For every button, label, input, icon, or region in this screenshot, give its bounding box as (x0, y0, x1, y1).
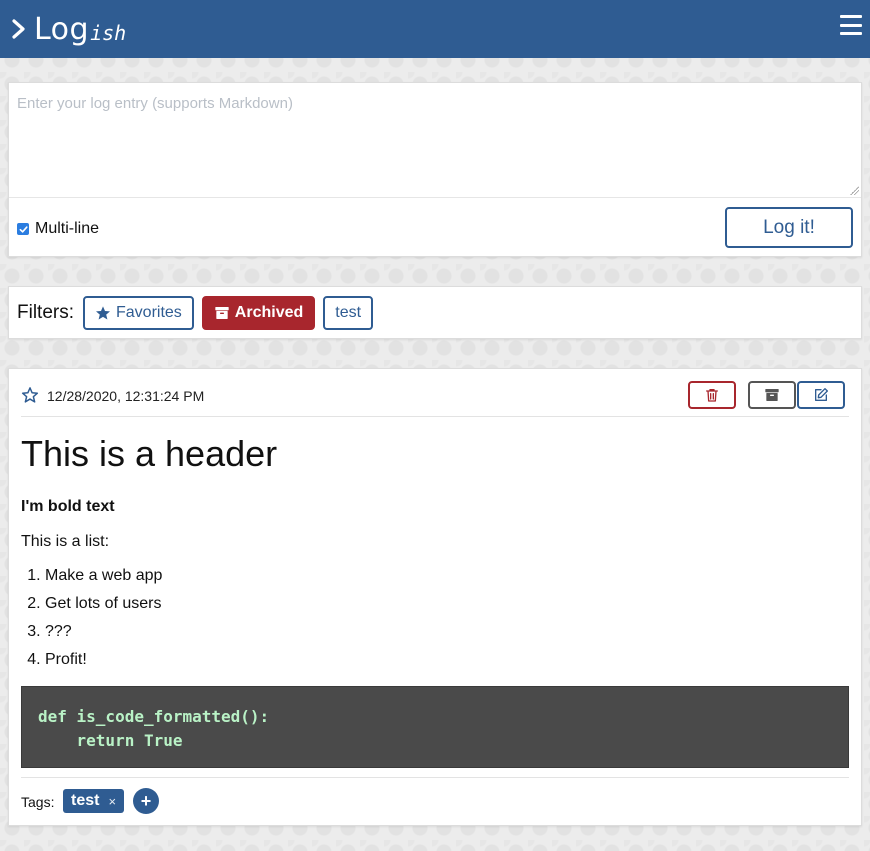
log-entry-form: Multi-line Log it! (8, 82, 862, 257)
logo-text-main: Log (34, 11, 90, 47)
filter-archived[interactable]: Archived (201, 295, 316, 330)
trash-icon (706, 389, 718, 402)
content-header: This is a header (21, 433, 278, 474)
log-entry-tags: Tags: test × + (21, 777, 849, 825)
add-tag-button[interactable]: + (133, 788, 159, 814)
list-item: ??? (45, 623, 849, 651)
multiline-checkbox[interactable] (17, 223, 29, 235)
delete-entry-button[interactable] (688, 381, 736, 409)
tags-label: Tags: (21, 794, 55, 810)
log-entry-card: 12/28/2020, 12:31:24 PM This is a header… (8, 368, 862, 826)
content-code-block: def is_code_formatted(): return True (21, 686, 849, 768)
log-entry-header: 12/28/2020, 12:31:24 PM (21, 369, 849, 417)
archive-icon (765, 389, 779, 401)
multiline-toggle[interactable]: Multi-line (17, 220, 99, 238)
edit-icon (815, 388, 828, 401)
log-entry-content: This is a header I'm bold text This is a… (21, 417, 849, 768)
top-navbar: Log ish (0, 0, 870, 58)
log-entry-textarea[interactable] (9, 83, 861, 198)
filters-label: Filters: (17, 301, 74, 323)
filter-tag-test-label: test (335, 303, 362, 321)
tag-label: test (71, 792, 100, 809)
hamburger-menu-icon[interactable] (840, 15, 862, 35)
check-icon (19, 225, 28, 233)
remove-tag-icon[interactable]: × (108, 794, 116, 809)
app-logo[interactable]: Log ish (10, 12, 126, 47)
entry-form-footer: Multi-line Log it! (9, 198, 861, 256)
list-item: Make a web app (45, 567, 849, 595)
log-entry-timestamp: 12/28/2020, 12:31:24 PM (47, 388, 205, 404)
list-item: Profit! (45, 651, 849, 679)
favorite-star-icon[interactable] (21, 386, 39, 404)
content-list: Make a web app Get lots of users ??? Pro… (21, 567, 849, 679)
multiline-label: Multi-line (35, 220, 100, 237)
archive-entry-button[interactable] (748, 381, 796, 409)
filter-favorites-label: Favorites (116, 303, 182, 321)
tag-chip[interactable]: test × (63, 789, 125, 813)
filter-favorites[interactable]: Favorites (83, 295, 194, 330)
star-icon (96, 305, 110, 320)
filters-bar: Filters: Favorites Archived test (8, 286, 862, 339)
logo-text-sub: ish (90, 21, 127, 45)
chevron-right-icon (12, 19, 25, 39)
list-item: Get lots of users (45, 595, 849, 623)
content-paragraph: This is a list: (21, 533, 110, 550)
resize-handle-icon[interactable] (850, 186, 859, 195)
edit-entry-button[interactable] (797, 381, 845, 409)
filter-tag-test[interactable]: test (323, 295, 374, 330)
log-it-button[interactable]: Log it! (725, 207, 853, 248)
filter-archived-label: Archived (234, 303, 304, 321)
content-bold-text: I'm bold text (21, 498, 115, 515)
archive-icon (215, 306, 229, 319)
